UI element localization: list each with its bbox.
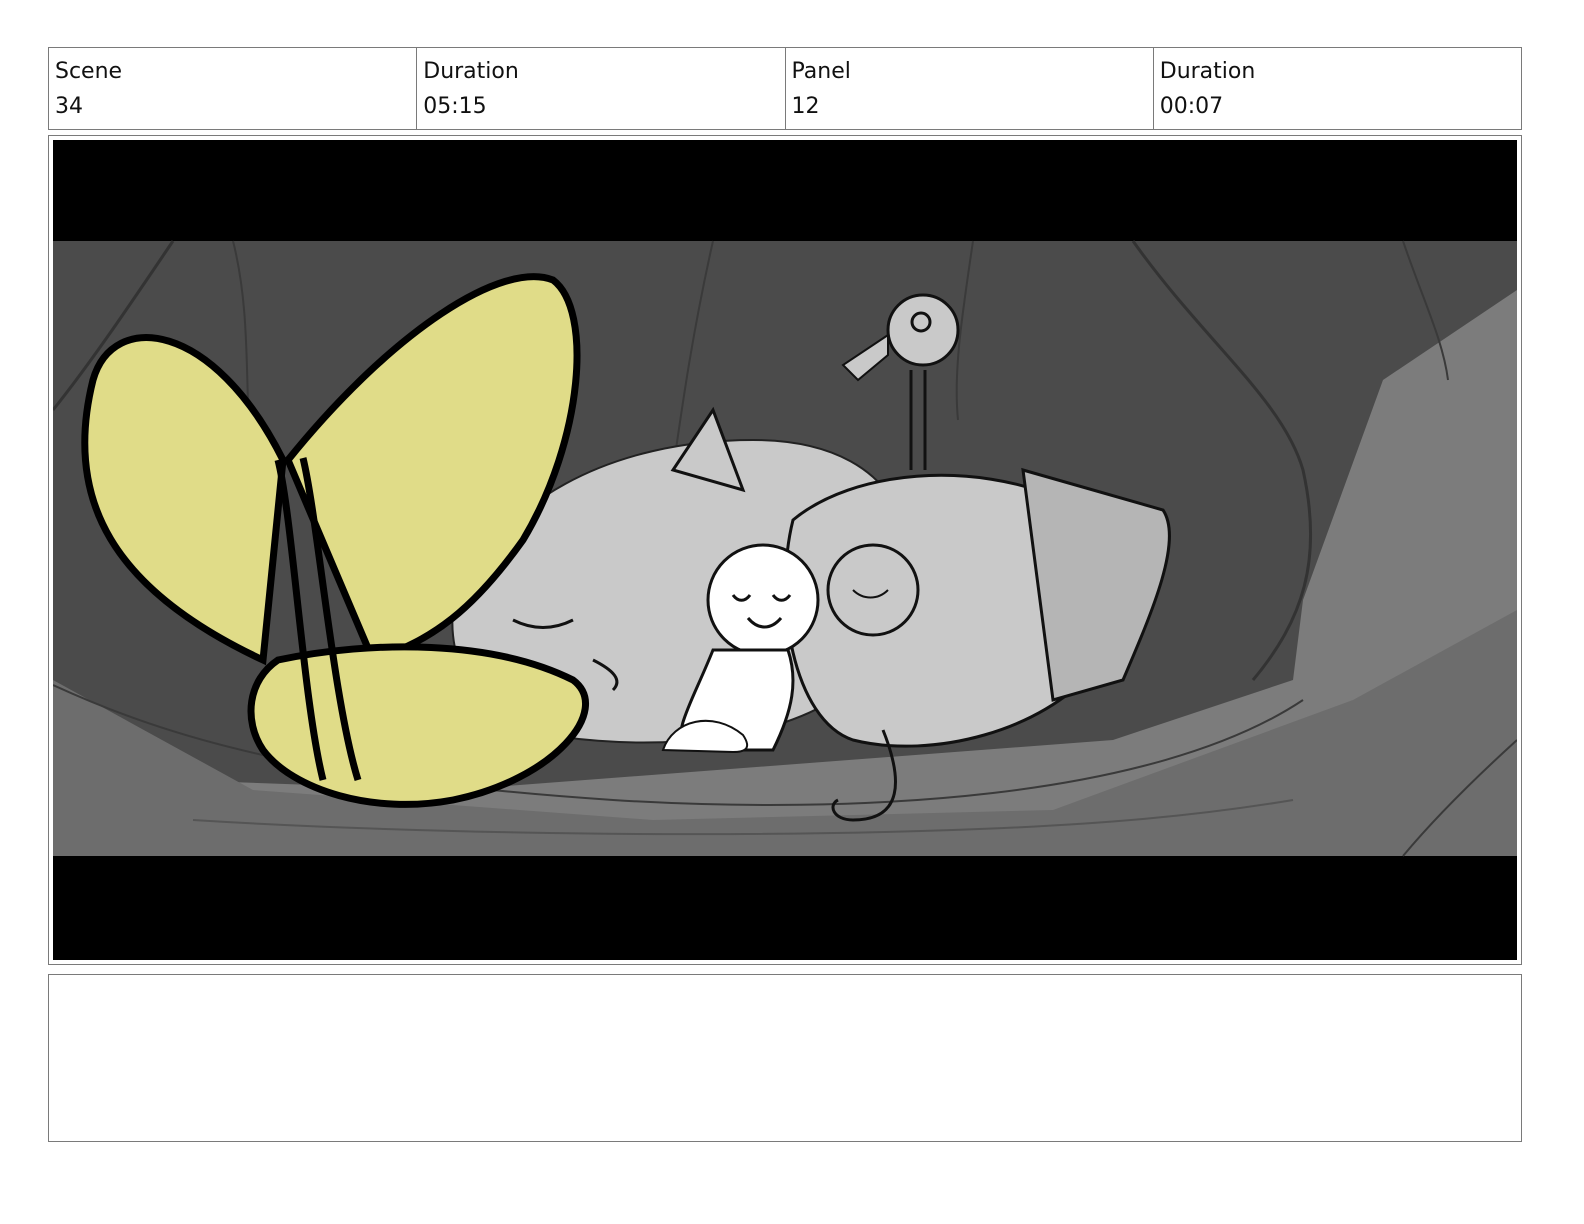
panel-label: Panel xyxy=(791,59,851,84)
panel-value: 12 xyxy=(791,94,820,119)
panel-duration-label: Duration xyxy=(1159,59,1256,84)
scene-duration-value: 05:15 xyxy=(423,94,487,119)
panel-duration-cell: Duration 00:07 xyxy=(1154,48,1521,129)
storyboard-sketch xyxy=(53,140,1517,960)
scene-duration-label: Duration xyxy=(423,59,519,84)
scene-label: Scene xyxy=(55,59,123,84)
scene-info-header: Scene 34 Duration 05:15 Panel 12 Duratio… xyxy=(48,47,1522,130)
storyboard-panel-image xyxy=(53,140,1517,960)
panel-notes-box xyxy=(48,974,1522,1142)
letterbox-top xyxy=(53,140,1517,241)
scene-cell: Scene 34 xyxy=(49,48,418,129)
panel-duration-value: 00:07 xyxy=(1159,94,1224,119)
panel-cell: Panel 12 xyxy=(786,48,1154,129)
letterbox-bottom xyxy=(53,856,1517,960)
scene-value: 34 xyxy=(55,94,83,119)
scene-duration-cell: Duration 05:15 xyxy=(417,48,786,129)
